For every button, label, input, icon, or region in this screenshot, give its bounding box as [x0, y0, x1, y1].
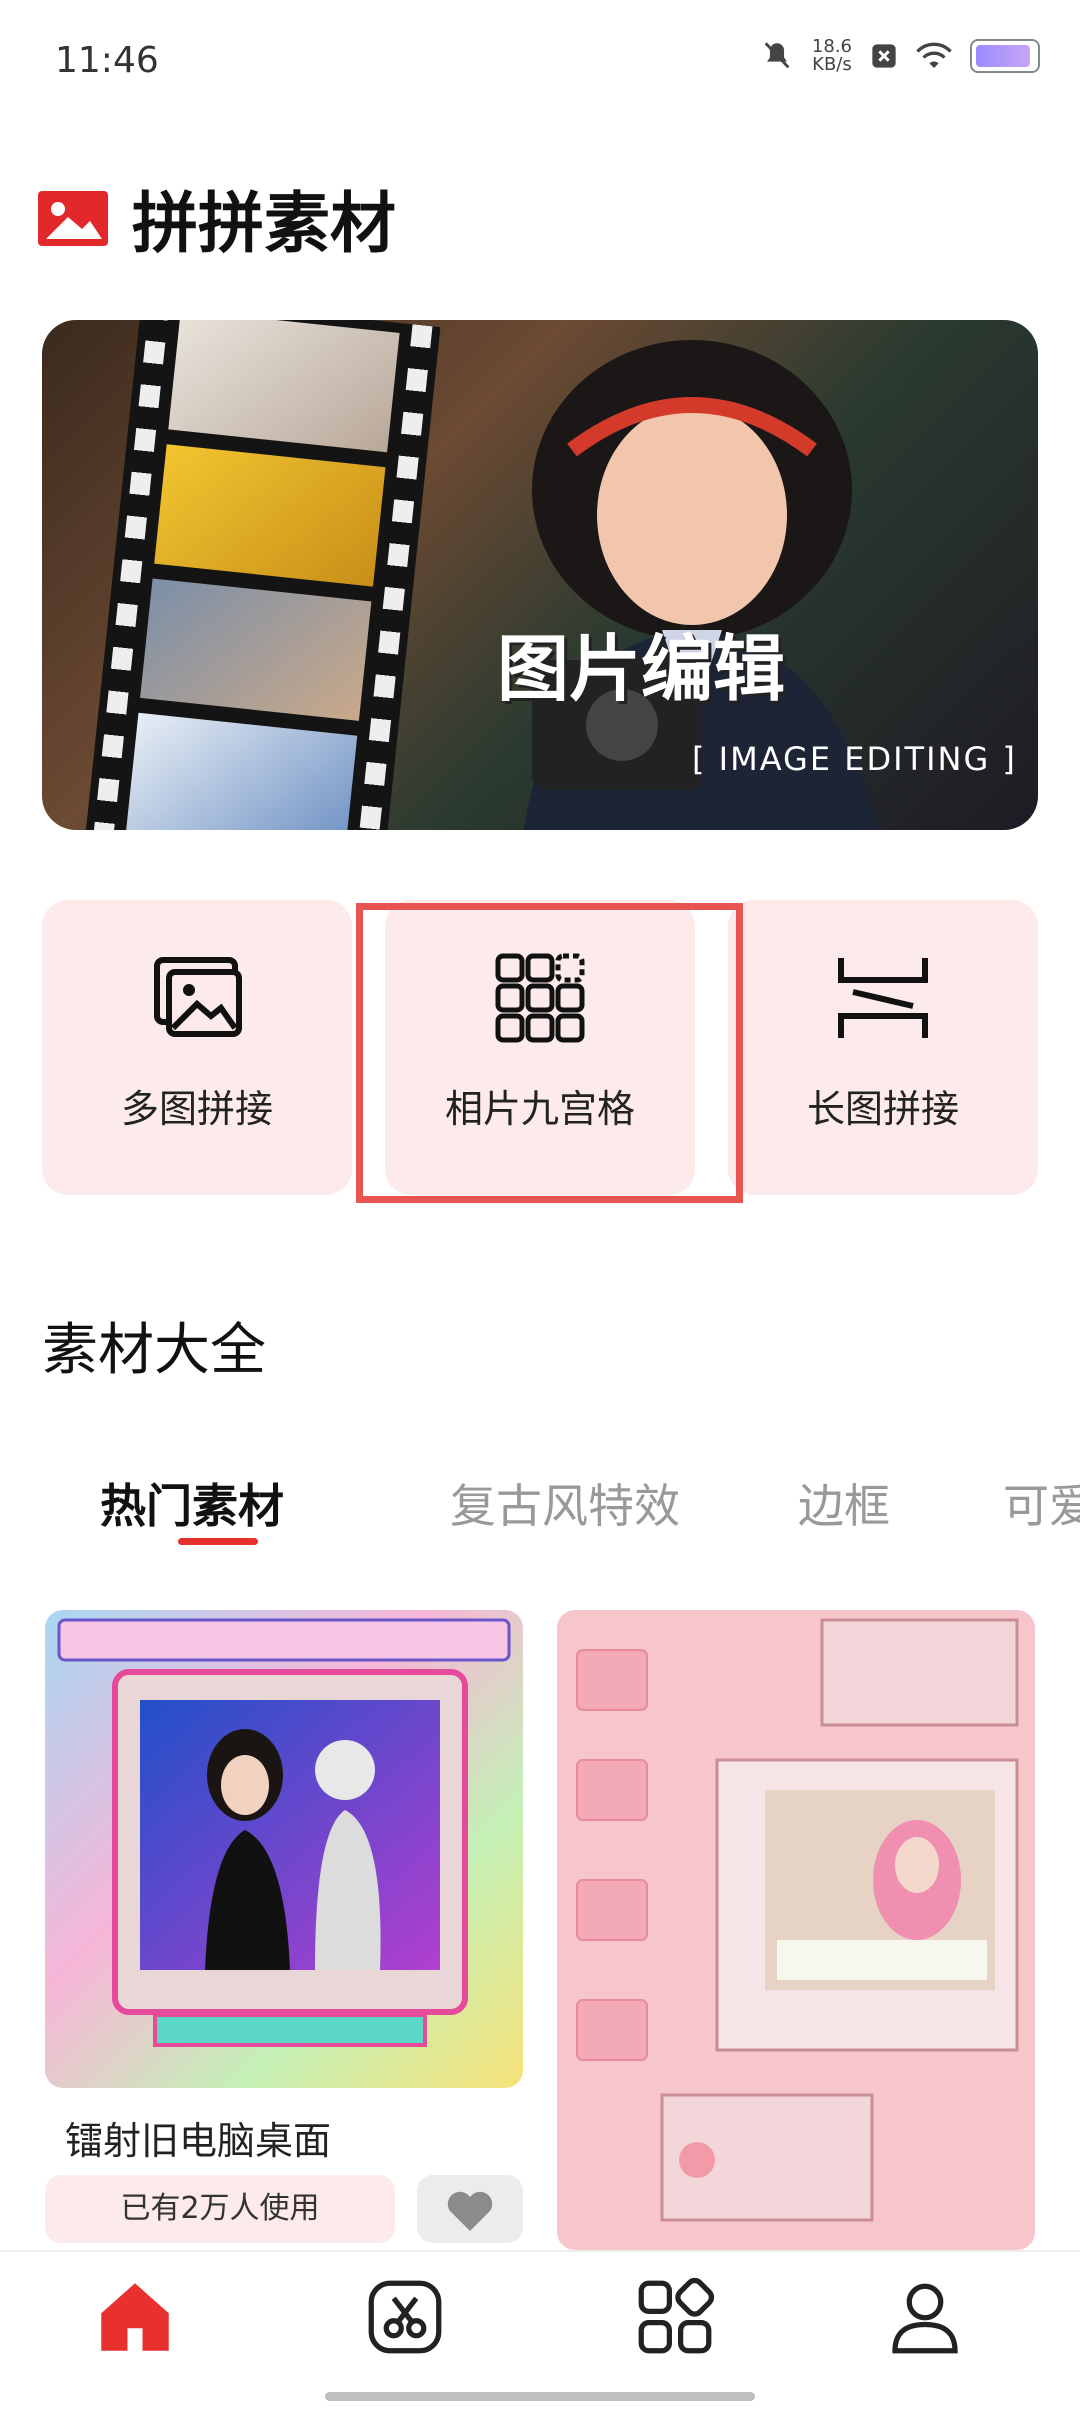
tool-label: 长图拼接	[806, 1087, 959, 1131]
home-icon	[101, 2283, 169, 2351]
nav-profile[interactable]	[880, 2272, 970, 2362]
close-box-icon	[872, 44, 896, 68]
material-card[interactable]: 镭射旧电脑桌面 已有2万人使用	[45, 1610, 523, 2243]
card-thumbnail	[45, 1610, 523, 2088]
status-icons: 18.6 KB/s	[760, 38, 1040, 74]
highlight-box	[356, 903, 743, 1203]
nav-edit[interactable]	[360, 2272, 450, 2362]
section-title: 素材大全	[42, 1318, 266, 1383]
tool-label: 多图拼接	[120, 1087, 273, 1131]
card-thumbnail	[557, 1610, 1035, 2250]
tab-active-indicator	[178, 1538, 258, 1545]
status-bar: 11:46 18.6 KB/s	[0, 0, 1080, 120]
nav-apps[interactable]	[630, 2272, 720, 2362]
home-indicator[interactable]	[325, 2392, 755, 2401]
material-card[interactable]	[557, 1610, 1035, 2250]
heart-icon	[447, 2191, 493, 2231]
bottom-nav	[0, 2250, 1080, 2410]
tab-retro[interactable]: 复古风特效	[450, 1470, 680, 1536]
banner-title: 图片编辑	[497, 627, 786, 711]
battery-icon	[970, 39, 1040, 73]
tool-long-image[interactable]: 长图拼接	[728, 900, 1038, 1195]
tab-cute[interactable]: 可爱	[1003, 1470, 1080, 1536]
net-speed-unit: KB/s	[812, 54, 852, 75]
banner-image-editing[interactable]: 图片编辑 [ IMAGE EDITING ]	[42, 320, 1038, 830]
scissors-icon	[368, 2280, 442, 2354]
profile-icon	[892, 2283, 958, 2354]
tab-border[interactable]: 边框	[798, 1470, 890, 1536]
mute-icon	[764, 42, 790, 69]
app-header: 拼拼素材	[38, 170, 396, 266]
net-speed: 18.6 KB/s	[812, 38, 852, 74]
status-time: 11:46	[55, 40, 159, 81]
tool-multi-image-collage[interactable]: 多图拼接	[42, 900, 352, 1195]
image-icon	[154, 957, 242, 1037]
app-logo-icon	[38, 190, 108, 246]
nav-home[interactable]	[90, 2272, 180, 2362]
banner-subtitle: [ IMAGE EDITING ]	[692, 740, 1017, 778]
favorite-button[interactable]	[417, 2175, 523, 2243]
long-image-icon	[838, 958, 928, 1038]
apps-icon	[638, 2277, 715, 2354]
page-title: 拼拼素材	[132, 185, 396, 262]
category-tabs: 热门素材 复古风特效 边框 可爱	[0, 1470, 1080, 1550]
wifi-icon	[916, 42, 952, 68]
card-title: 镭射旧电脑桌面	[65, 2119, 332, 2163]
usage-badge: 已有2万人使用	[45, 2175, 395, 2243]
tab-hot[interactable]: 热门素材	[100, 1470, 284, 1536]
film-strip-graphic	[83, 320, 441, 830]
